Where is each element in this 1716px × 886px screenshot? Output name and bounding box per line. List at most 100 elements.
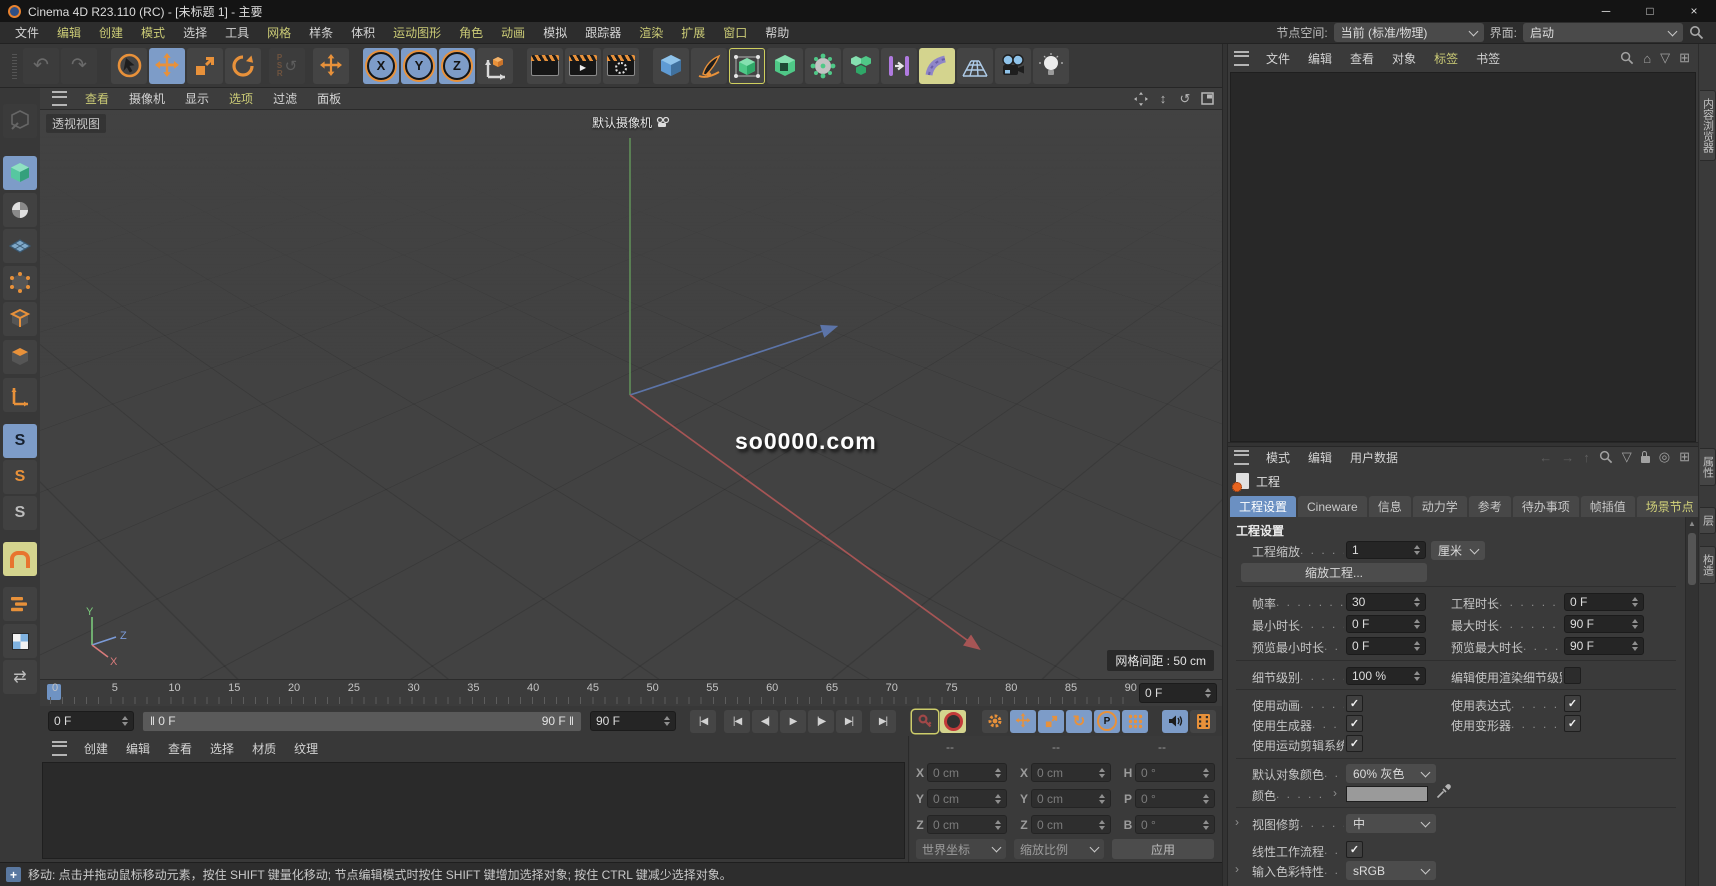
timeline-ruler[interactable]: 0 5 10 15 20 25 30 35 40 45 50 55 60 65 70 75 80 85 … bbox=[40, 679, 1222, 706]
redo-button[interactable]: ↷ bbox=[61, 47, 97, 84]
am-filter-icon[interactable]: ▽ bbox=[1622, 449, 1632, 465]
apply-button[interactable]: 应用 bbox=[1112, 839, 1214, 859]
coord-pos-z-field[interactable]: 0 cm bbox=[927, 815, 1007, 834]
om-search-icon[interactable] bbox=[1620, 51, 1634, 65]
menu-file[interactable]: 文件 bbox=[6, 24, 48, 41]
preview-min-field[interactable]: 0 F bbox=[1346, 637, 1426, 655]
coord-scale-y-field[interactable]: 0 cm bbox=[1031, 789, 1111, 808]
use-motion-checkbox[interactable]: ✓ bbox=[1346, 735, 1363, 752]
menu-volume[interactable]: 体积 bbox=[342, 24, 384, 41]
key-scale-button[interactable] bbox=[1038, 709, 1064, 733]
camera-label[interactable]: 默认摄像机 bbox=[592, 114, 670, 131]
project-time-field[interactable]: 0 F bbox=[1564, 593, 1644, 611]
coord-system-select[interactable]: 世界坐标 bbox=[916, 839, 1006, 859]
viewport-menu-options[interactable]: 选项 bbox=[219, 90, 263, 107]
project-scale-field[interactable]: 1 bbox=[1346, 541, 1426, 559]
coord-rot-p-field[interactable]: 0 ° bbox=[1135, 789, 1215, 808]
cube-primitive-button[interactable] bbox=[653, 47, 689, 84]
am-menu-userdata[interactable]: 用户数据 bbox=[1341, 449, 1407, 466]
spinner-icon[interactable] bbox=[659, 716, 670, 726]
viewport-solo-off-button[interactable]: S bbox=[3, 424, 37, 458]
scale-tool[interactable] bbox=[187, 47, 223, 84]
spinner-icon[interactable] bbox=[1200, 688, 1211, 698]
spinner-icon[interactable] bbox=[117, 716, 128, 726]
material-menu-texture[interactable]: 纹理 bbox=[285, 740, 327, 757]
scrollbar-thumb[interactable] bbox=[1688, 533, 1696, 585]
menu-animate[interactable]: 动画 bbox=[492, 24, 534, 41]
render-preview-button[interactable] bbox=[1190, 709, 1216, 733]
coord-scale-x-field[interactable]: 0 cm bbox=[1031, 763, 1111, 782]
am-lock-icon[interactable] bbox=[1640, 451, 1650, 463]
tab-dynamics[interactable]: 动力学 bbox=[1412, 496, 1467, 517]
viewport-menu-panel[interactable]: 面板 bbox=[307, 90, 351, 107]
range-start-field[interactable]: 0 F bbox=[48, 711, 134, 731]
om-menu-edit[interactable]: 编辑 bbox=[1299, 50, 1341, 67]
mirror-tool-button[interactable]: ⇄ bbox=[3, 660, 37, 694]
viewport-solo-single-button[interactable]: S bbox=[3, 460, 37, 494]
object-manager-list[interactable] bbox=[1230, 72, 1696, 442]
play-button[interactable]: ▶ bbox=[780, 709, 806, 733]
modeling-settings-button[interactable] bbox=[3, 624, 37, 658]
view-toggle-icon[interactable] bbox=[1198, 91, 1216, 107]
project-scale-unit-select[interactable]: 厘米 bbox=[1431, 541, 1485, 560]
next-frame-button[interactable]: |▶ bbox=[808, 709, 834, 733]
tab-referencing[interactable]: 参考 bbox=[1468, 496, 1511, 517]
live-selection-tool[interactable] bbox=[111, 47, 147, 84]
am-add-icon[interactable]: ⊞ bbox=[1679, 449, 1690, 465]
use-animation-checkbox[interactable]: ✓ bbox=[1346, 695, 1363, 712]
color-reveal-icon[interactable]: › bbox=[1333, 786, 1337, 800]
menu-help[interactable]: 帮助 bbox=[756, 24, 798, 41]
extrude-button[interactable] bbox=[767, 47, 803, 84]
previous-key-button[interactable]: |◀ bbox=[724, 709, 750, 733]
volume-builder-button[interactable] bbox=[805, 47, 841, 84]
dock-tab-layers[interactable]: 层 bbox=[1700, 507, 1716, 534]
search-icon[interactable] bbox=[1689, 25, 1704, 40]
input-profile-expander[interactable]: › bbox=[1235, 862, 1239, 876]
preview-max-field[interactable]: 90 F bbox=[1564, 637, 1644, 655]
view-clipping-select[interactable]: 中 bbox=[1346, 814, 1436, 833]
coordinate-system-button[interactable] bbox=[477, 47, 513, 84]
render-to-picture-viewer-button[interactable]: ▶ bbox=[565, 47, 601, 84]
view-pan-icon[interactable] bbox=[1132, 91, 1150, 107]
subdivision-surface-button[interactable] bbox=[729, 47, 765, 84]
close-button[interactable]: × bbox=[1672, 0, 1716, 22]
cloner-button[interactable] bbox=[843, 47, 879, 84]
om-menu-objects[interactable]: 对象 bbox=[1383, 50, 1425, 67]
material-list-area[interactable] bbox=[42, 762, 905, 859]
coord-rot-h-field[interactable]: 0 ° bbox=[1135, 763, 1215, 782]
view-label[interactable]: 透视视图 bbox=[46, 114, 107, 133]
reset-psr-button[interactable]: PSR ↺ bbox=[269, 47, 305, 84]
bend-deformer-button[interactable] bbox=[919, 47, 955, 84]
am-back-icon[interactable]: ← bbox=[1539, 450, 1552, 465]
viewport-solo-hierarchy-button[interactable]: S bbox=[3, 496, 37, 530]
lock-z-axis-button[interactable]: Z bbox=[439, 47, 475, 84]
material-menu-view[interactable]: 查看 bbox=[159, 740, 201, 757]
material-menu-select[interactable]: 选择 bbox=[201, 740, 243, 757]
om-menu-tags[interactable]: 标签 bbox=[1425, 50, 1467, 67]
previous-frame-button[interactable]: ◀| bbox=[752, 709, 778, 733]
menu-tracker[interactable]: 跟踪器 bbox=[576, 24, 630, 41]
tab-cineware[interactable]: Cineware bbox=[1298, 496, 1367, 517]
enable-quantize-button[interactable] bbox=[3, 587, 37, 621]
menu-mograph[interactable]: 运动图形 bbox=[384, 24, 450, 41]
am-up-icon[interactable]: ↑ bbox=[1583, 450, 1590, 465]
menu-render[interactable]: 渲染 bbox=[630, 24, 672, 41]
texture-mode-button[interactable] bbox=[3, 193, 37, 227]
undo-button[interactable]: ↶ bbox=[23, 47, 59, 84]
dock-tab-attributes[interactable]: 属性 bbox=[1700, 448, 1716, 486]
interface-select[interactable]: 启动 bbox=[1523, 23, 1683, 42]
lod-field[interactable]: 100 % bbox=[1346, 667, 1426, 685]
viewport-canvas[interactable]: 透视视图 默认摄像机 so0000.com 网格间距 : 50 cm Y Z X bbox=[40, 110, 1222, 679]
node-space-select[interactable]: 当前 (标准/物理) bbox=[1333, 23, 1484, 42]
om-menu-file[interactable]: 文件 bbox=[1257, 50, 1299, 67]
menu-character[interactable]: 角色 bbox=[450, 24, 492, 41]
default-color-select[interactable]: 60% 灰色 bbox=[1346, 764, 1436, 783]
coord-rot-b-field[interactable]: 0 ° bbox=[1135, 815, 1215, 834]
view-dolly-icon[interactable]: ↕ bbox=[1154, 91, 1172, 107]
key-position-button[interactable] bbox=[1010, 709, 1036, 733]
eyedropper-icon[interactable] bbox=[1436, 784, 1451, 799]
tab-scene-nodes[interactable]: 场景节点 bbox=[1636, 496, 1703, 517]
menu-create[interactable]: 创建 bbox=[90, 24, 132, 41]
am-target-icon[interactable]: ◎ bbox=[1659, 449, 1670, 465]
use-expressions-checkbox[interactable]: ✓ bbox=[1564, 695, 1581, 712]
